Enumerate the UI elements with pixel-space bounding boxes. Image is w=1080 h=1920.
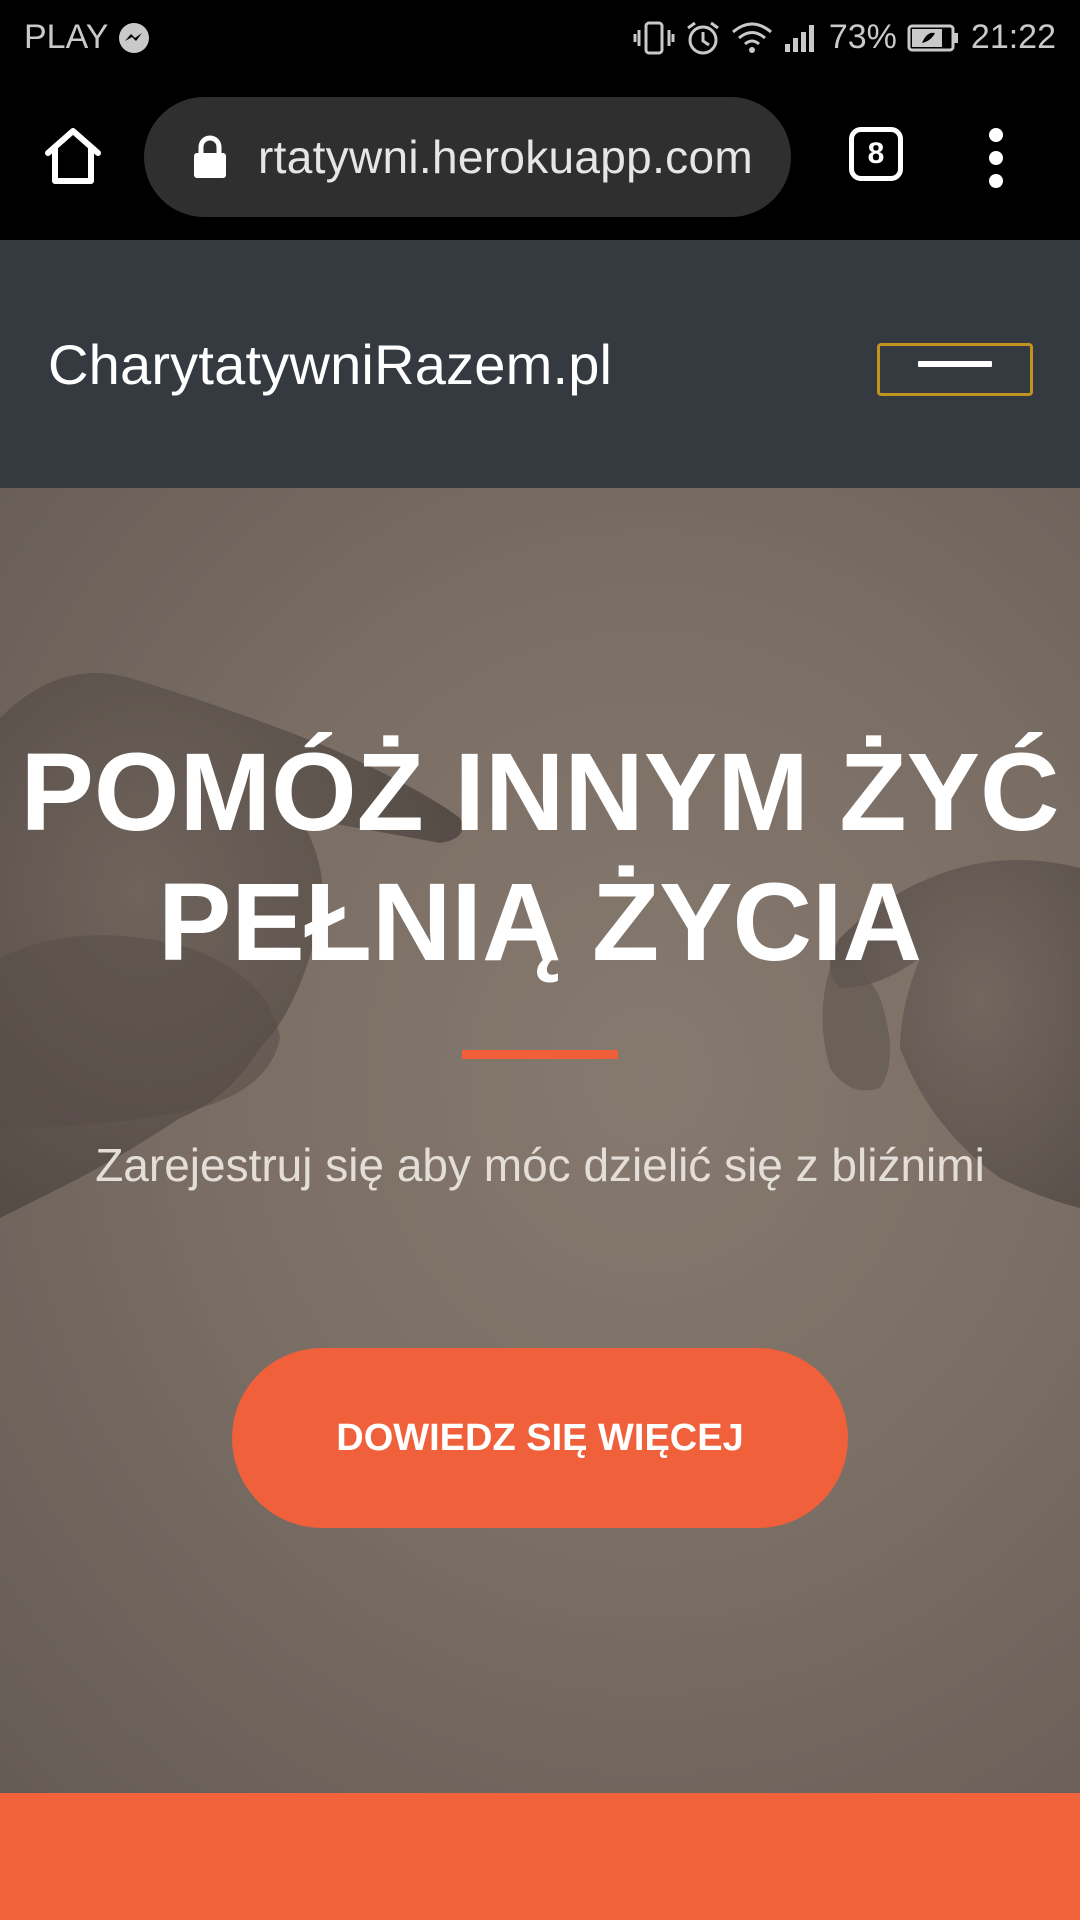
tab-switcher-button[interactable]: 8: [849, 127, 903, 181]
hero-divider: [462, 1050, 618, 1059]
status-right: 73% 21:22: [633, 18, 1056, 57]
messenger-icon: [118, 22, 150, 54]
home-icon: [45, 128, 101, 184]
alarm-icon: [685, 20, 721, 56]
hero-title-line1: POMÓŻ INNYM ŻYĆ: [20, 731, 1060, 854]
tab-count: 8: [867, 137, 885, 170]
status-left: PLAY: [24, 18, 150, 57]
home-button[interactable]: [40, 123, 106, 189]
hamburger-icon: [918, 361, 992, 367]
site-navbar: CharytatywniRazem.pl: [0, 240, 1080, 488]
clock-time: 21:22: [970, 18, 1056, 56]
hero-title: POMÓŻ INNYM ŻYĆ PEŁNIĄ ŻYCIA: [0, 728, 1080, 988]
navbar-toggle-button[interactable]: [877, 343, 1033, 396]
site-brand[interactable]: CharytatywniRazem.pl: [48, 332, 612, 397]
vibrate-icon: [633, 21, 675, 55]
signal-icon: [783, 22, 819, 54]
learn-more-button[interactable]: DOWIEDZ SIĘ WIĘCEJ: [232, 1348, 848, 1528]
hero-section: POMÓŻ INNYM ŻYĆ PEŁNIĄ ŻYCIA Zarejestruj…: [0, 488, 1080, 1793]
hero-subtitle: Zarejestruj się aby móc dzielić się z bl…: [95, 1139, 985, 1191]
lock-icon: [194, 135, 226, 178]
hero-title-line2: PEŁNIĄ ŻYCIA: [158, 861, 922, 984]
menu-dots-icon: [976, 128, 1016, 188]
browser-menu-button[interactable]: [976, 123, 1016, 189]
browser-toolbar: rtatywni.herokuapp.com 8: [0, 75, 1080, 240]
carrier-name: PLAY: [24, 18, 109, 56]
battery-percent: 73%: [828, 18, 897, 56]
url-text: rtatywni.herokuapp.com: [258, 131, 753, 183]
next-section: [0, 1793, 1080, 1920]
learn-more-label: DOWIEDZ SIĘ WIĘCEJ: [336, 1416, 744, 1459]
status-bar: PLAY 73% 21:22: [0, 0, 1080, 75]
wifi-icon: [731, 21, 773, 55]
battery-icon: [907, 23, 961, 53]
address-bar[interactable]: rtatywni.herokuapp.com: [144, 97, 791, 217]
